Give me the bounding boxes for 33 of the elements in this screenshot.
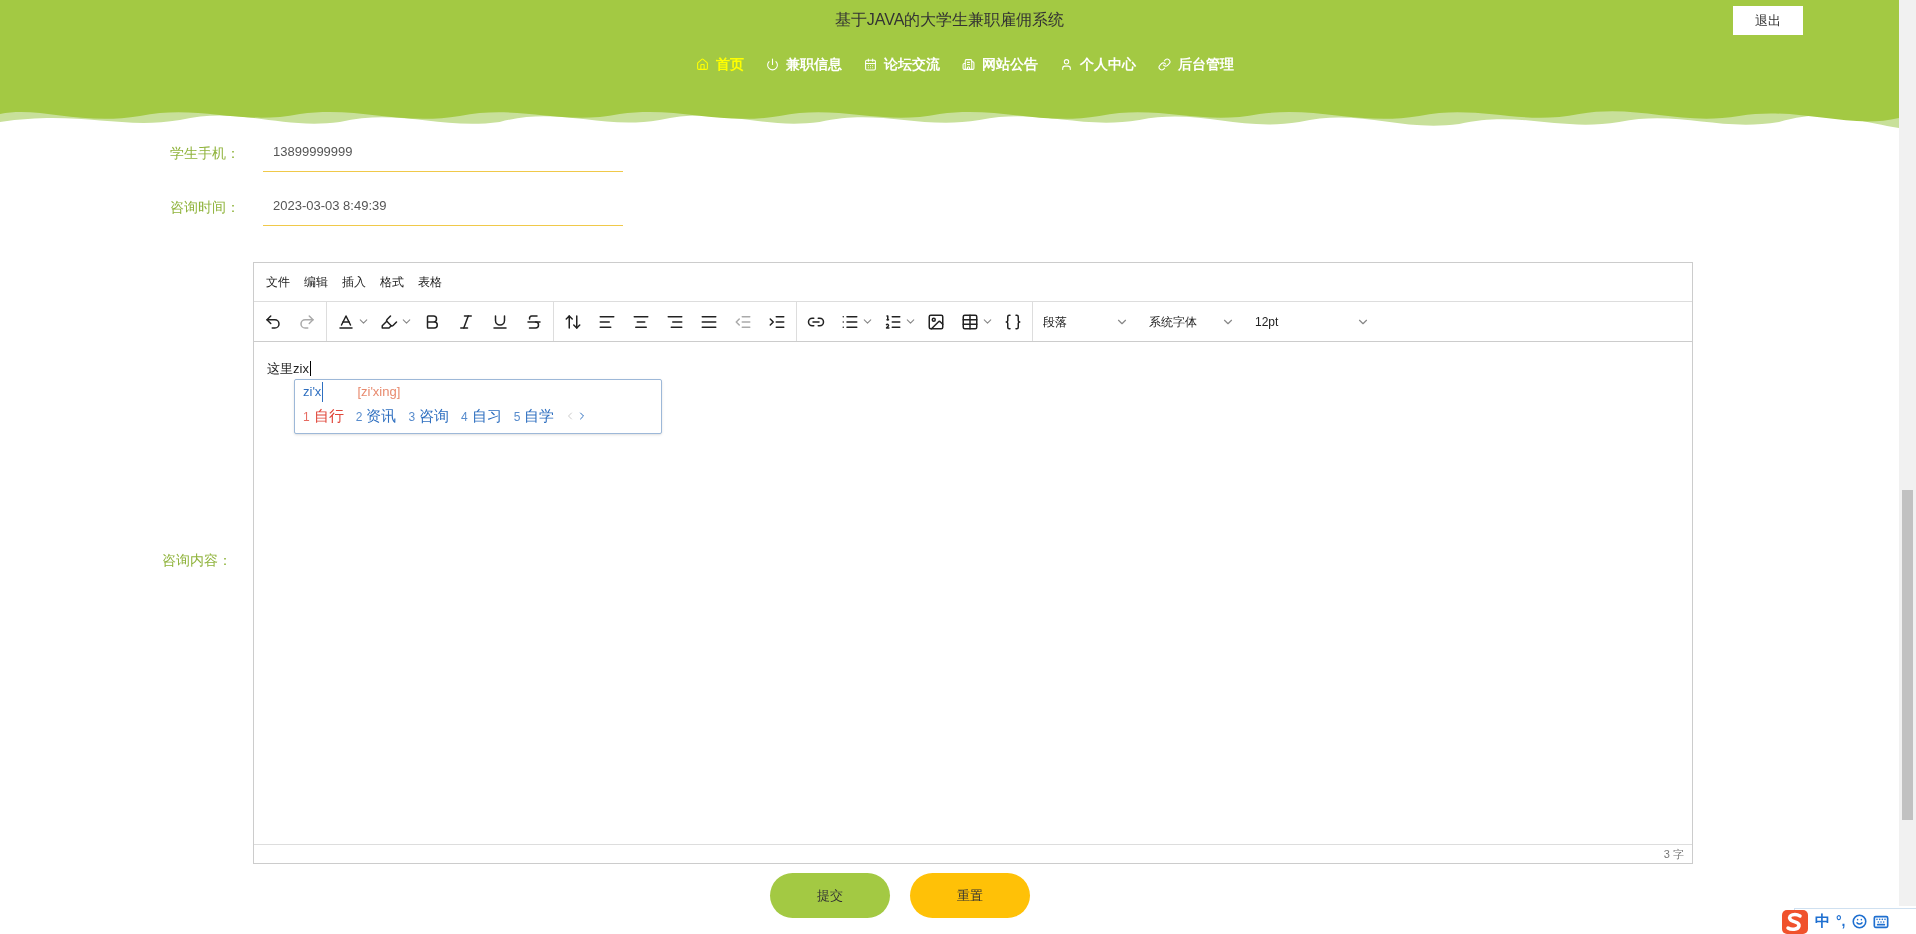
keyboard-icon[interactable] [1872,913,1889,930]
field-label: 学生手机： [169,144,240,163]
ime-candidate[interactable]: 4 自习 [461,404,502,427]
emoji-icon[interactable] [1851,914,1867,929]
ime-candidate[interactable]: 5 自学 [513,404,555,427]
menu-item[interactable]: 插入 [342,273,366,291]
ime-composition: zi'x [303,382,324,402]
site-title: 基于JAVA的大学生兼职雇佣系统 [834,10,1065,30]
field-label: 咨询内容： [162,551,232,570]
ime-candidate[interactable]: 2 资讯 [355,404,397,427]
ime-logo-icon[interactable] [1781,908,1809,934]
menu-item[interactable]: 编辑 [304,273,328,291]
field-label: 咨询时间： [169,198,240,217]
reset-button[interactable]: 重置 [909,873,1030,918]
logout-button[interactable]: 退出 [1733,6,1803,35]
scrollbar-thumb[interactable] [1902,490,1913,820]
text-field[interactable]: 2023-03-03 8:49:39 [263,185,623,226]
editor-text: 这里zix [267,361,311,376]
ime-candidate[interactable]: 1 自行 [303,404,344,427]
toolbar-dropdown[interactable]: 系统字体 [1139,302,1245,341]
toolbar-dropdown[interactable]: 段落 [1033,302,1139,341]
menu-item[interactable]: 文件 [266,273,290,291]
text-field[interactable]: 13899999999 [263,131,623,172]
menu-item[interactable]: 格式 [380,273,404,291]
ime-suggestion: [zi'xing] [357,383,401,401]
toolbar-dropdown[interactable]: 12pt [1245,302,1380,341]
scrollbar[interactable] [1899,0,1916,906]
submit-button[interactable]: 提交 [769,873,890,918]
menu-item[interactable]: 表格 [418,273,442,291]
word-count: 3 字 [1663,846,1684,862]
ime-punctuation[interactable]: °, [1836,911,1846,932]
ime-candidate[interactable]: 3 咨询 [408,404,450,427]
ime-mode[interactable]: 中 [1815,910,1830,933]
